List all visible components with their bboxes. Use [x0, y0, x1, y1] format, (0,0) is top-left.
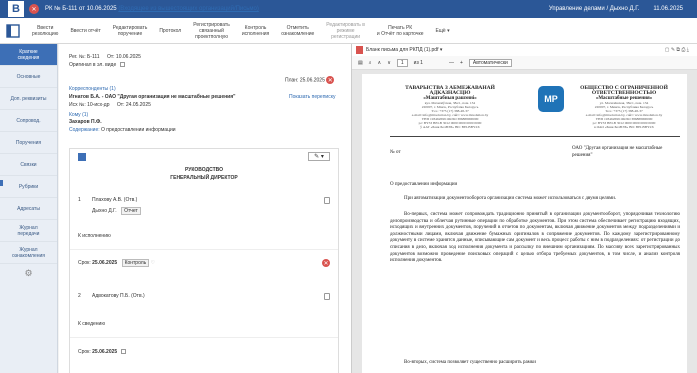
letter-subject: О предоставлении информации	[390, 182, 458, 187]
protocol-button[interactable]: Протокол	[153, 28, 187, 34]
page-number-input[interactable]: 1	[396, 58, 408, 67]
letterhead-right: ОБЩЕСТВО С ОГРАНИЧЕННОЙ ОТВЕТСТВЕННОСТЬЮ…	[580, 85, 668, 129]
outgoing-number: Исх №: 10-исх-др	[69, 102, 110, 108]
control-badge[interactable]: Контроль	[121, 259, 150, 267]
pdf-file-icon	[356, 46, 363, 54]
sidebar-toggle-icon[interactable]: ▤	[358, 60, 363, 66]
resolution-actions-dropdown[interactable]: ✎ ▾	[308, 152, 330, 161]
divider	[70, 249, 338, 250]
sidebar-item-summary[interactable]: Краткие сведения	[0, 44, 57, 66]
prev-page-icon[interactable]: ∧	[378, 60, 382, 66]
resolution-marker-icon	[78, 153, 86, 161]
remove-item-icon[interactable]: ✕	[322, 259, 330, 267]
whom-name: Захаров П.Ф.	[69, 119, 102, 125]
toolbar: Ввести резолюцию Ввести отчёт Редактиров…	[0, 18, 697, 44]
letter-paragraph-3: Во-вторых, система позволяет существенно…	[404, 360, 536, 365]
sidebar-item-transfer-log[interactable]: Журнал передачи	[0, 220, 57, 242]
item1-co-executor: Дыхно Д.Г.	[92, 208, 117, 214]
remove-icon[interactable]: ✕	[326, 76, 335, 84]
close-icon[interactable]: ✕	[29, 4, 39, 14]
original-checkbox[interactable]	[119, 62, 125, 68]
reg-number: Рег. №: Б-111	[69, 54, 100, 60]
sidebar-item-accompanying[interactable]: Сопровод.	[0, 110, 57, 132]
card-panel: Рег. №: Б-111 От: 10.06.2025 Оригинал в …	[59, 44, 352, 373]
mark-acquaintance-button[interactable]: Отметить ознакомление	[275, 25, 320, 37]
resolution-head-1: РУКОВОДСТВО	[184, 167, 224, 173]
sidebar-item-links[interactable]: Связки	[0, 154, 57, 176]
letterhead-rule	[390, 136, 680, 137]
letter-recipient: ОАО "Другая организация не масштабные ре…	[572, 146, 663, 158]
user-menu[interactable]: Управление делами / Дыхно Д.Г.	[549, 6, 640, 12]
item2-checkbox[interactable]	[120, 349, 126, 355]
resolution-box: ✎ ▾ РУКОВОДСТВО ГЕНЕРАЛЬНЫЙ ДИРЕКТОР 1 П…	[69, 148, 339, 373]
zoom-select[interactable]: Автоматически	[468, 58, 512, 67]
zoom-out-icon[interactable]: —	[449, 60, 454, 66]
title-bar: B ✕ РК № Б-111 от 10.06.2025 (Входящее и…	[0, 0, 697, 18]
outgoing-date: От: 24.05.2025	[116, 102, 151, 108]
item1-instruction: К исполнению	[78, 233, 111, 239]
print-card-button[interactable]: Печать РК и Отчёт по карточке	[371, 25, 430, 37]
pdf-viewer: Бланк письма для РКПД (1).pdf ▾ ▢ ✎ ⧉ ⎙ …	[352, 44, 697, 373]
item1-term-label: Срок:	[78, 260, 91, 266]
item1-executor: Плахову А.В. (Отв.)	[92, 197, 138, 203]
edit-registration-button[interactable]: Редактировать в режиме регистрации	[320, 22, 371, 40]
register-linked-button[interactable]: Регистрировать связанный проектполную	[187, 22, 236, 40]
comment-icon[interactable]: ♡	[151, 260, 155, 266]
sidebar-item-addressees[interactable]: Адресаты	[0, 198, 57, 220]
zoom-in-icon[interactable]: +	[460, 60, 463, 66]
item1-number: 1	[78, 197, 81, 203]
item2-term: 25.06.2025	[92, 349, 118, 355]
more-button[interactable]: Ещё ▾	[429, 28, 455, 34]
window-title: РК № Б-111 от 10.06.2025 (Входящее из вы…	[45, 6, 259, 12]
letter-paragraph-2: Во-первых, система может сопровождать тр…	[390, 212, 680, 264]
original-label: Оригинал в эл. виде	[69, 62, 117, 68]
item1-term: 25.06.2025	[92, 260, 118, 266]
app-logo: B	[8, 1, 24, 17]
resolution-head-2: ГЕНЕРАЛЬНЫЙ ДИРЕКТОР	[170, 175, 238, 181]
sidebar: Краткие сведения Основные Доп. реквизиты…	[0, 44, 58, 373]
page-count: из 1	[413, 59, 423, 66]
viewer-tools-icons[interactable]: ▢ ✎ ⧉ ⎙ ⤓	[665, 47, 689, 53]
sidebar-item-acquaintance-log[interactable]: Журнал ознакомления	[0, 242, 57, 264]
enter-report-button[interactable]: Ввести отчёт	[64, 28, 106, 34]
sidebar-item-extra-details[interactable]: Доп. реквизиты	[0, 88, 57, 110]
divider	[70, 337, 338, 338]
next-page-icon[interactable]: ∨	[387, 60, 391, 66]
item2-executor: Адвокатову П.Б. (Отв.)	[92, 293, 145, 299]
gear-icon[interactable]: ⚙	[0, 264, 57, 282]
sidebar-item-assignments[interactable]: Поручения	[0, 132, 57, 154]
whom-link[interactable]: Кому (1)	[69, 112, 88, 118]
execution-control-button[interactable]: Контроль исполнения	[236, 25, 275, 37]
current-date: 11.06.2025	[653, 6, 683, 12]
letterhead-left: ТАВАРЫСТВА З АБМЕЖАВАНАЙ АДКАЗНАСЦЮ «Маш…	[405, 85, 495, 129]
content-label[interactable]: Содержание:	[69, 127, 100, 133]
letter-paragraph-1: При автоматизации документооборота орган…	[404, 196, 617, 201]
copy-icon[interactable]	[324, 197, 330, 204]
panel-toggle-icon[interactable]	[0, 18, 26, 44]
org-link[interactable]: (Входящее из вышестоящих организаций/Пис…	[118, 6, 259, 12]
sidebar-item-main[interactable]: Основные	[0, 66, 57, 88]
sidebar-item-rubrics[interactable]: Рубрики	[0, 176, 57, 198]
show-correspondence-link[interactable]: Показать переписку	[289, 94, 335, 100]
reg-date: От: 10.06.2025	[106, 54, 141, 60]
pdf-filename[interactable]: Бланк письма для РКПД (1).pdf ▾	[366, 47, 442, 53]
correspondents-link[interactable]: Корреспонденты (1)	[69, 86, 116, 92]
enter-resolution-button[interactable]: Ввести резолюцию	[26, 25, 64, 37]
report-badge[interactable]: Отчет	[121, 207, 141, 215]
item2-term-label: Срок:	[78, 349, 91, 355]
content-text: О предоставлении информации	[101, 127, 176, 133]
pdf-page: ТАВАРЫСТВА З АБМЕЖАВАНАЙ АДКАЗНАСЦЮ «Маш…	[362, 74, 687, 373]
plan-date: План: 25.06.2025	[285, 77, 325, 84]
edit-assignment-button[interactable]: Редактировать поручение	[107, 25, 154, 37]
sidebar-edge-marker	[0, 180, 3, 186]
titlebar-right: Управление делами / Дыхно Д.Г. 11.06.202…	[549, 0, 697, 18]
item2-number: 2	[78, 293, 81, 299]
copy-icon[interactable]	[324, 293, 330, 300]
letter-number-line: № от	[390, 150, 401, 155]
item2-instruction: К сведению	[78, 321, 106, 327]
company-logo: MP	[538, 86, 564, 112]
search-icon[interactable]: ⌕	[369, 60, 372, 66]
correspondent-name: Игнатов Б.А. - ОАО "Другая организация н…	[69, 94, 236, 100]
